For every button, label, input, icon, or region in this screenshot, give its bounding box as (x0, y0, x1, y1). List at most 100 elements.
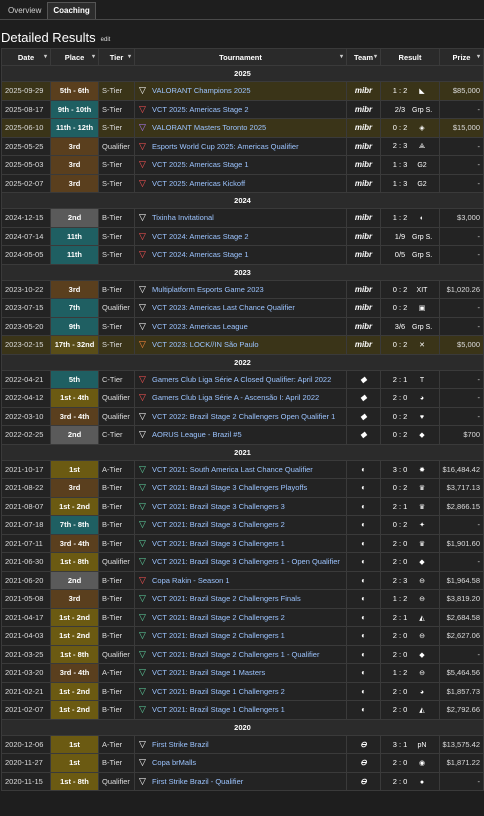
tier-link[interactable]: B-Tier (102, 705, 122, 714)
team-logo-icon[interactable]: ◆ (346, 425, 381, 445)
match-score[interactable]: 2 : 1 (388, 375, 412, 384)
tier-cell[interactable]: S-Tier (98, 316, 135, 336)
tier-link[interactable]: B-Tier (102, 631, 122, 640)
tournament-link[interactable]: VCT 2021: Brazil Stage 3 Challengers 1 (152, 539, 285, 548)
match-score[interactable]: 0 : 2 (388, 285, 412, 294)
tournament-link[interactable]: VCT 2021: Brazil Stage 2 Challengers 1 -… (152, 650, 319, 659)
tab-overview[interactable]: Overview (2, 2, 47, 19)
tier-cell[interactable]: Qualifier (98, 136, 135, 156)
tournament-link[interactable]: Multiplatform Esports Game 2023 (152, 285, 264, 294)
team-logo-icon[interactable]: mibr (346, 316, 381, 336)
match-score[interactable]: 1 : 3 (388, 179, 412, 188)
column-header-date[interactable]: Date ▾ (1, 48, 51, 66)
tier-link[interactable]: B-Tier (102, 758, 122, 767)
team-logo-icon[interactable]: mibr (346, 298, 381, 318)
tier-link[interactable]: S-Tier (102, 160, 122, 169)
opponent-logo-icon[interactable]: G2 (412, 162, 432, 169)
tier-cell[interactable]: B-Tier (98, 626, 135, 646)
match-score[interactable]: 0 : 2 (388, 123, 412, 132)
match-score[interactable]: 1 : 2 (388, 594, 412, 603)
tier-cell[interactable]: B-Tier (98, 681, 135, 701)
match-score[interactable]: 2 : 0 (388, 539, 412, 548)
tier-cell[interactable]: B-Tier (98, 589, 135, 609)
tier-link[interactable]: S-Tier (102, 105, 122, 114)
match-score[interactable]: 2/3 (388, 105, 412, 114)
tier-cell[interactable]: S-Tier (98, 99, 135, 119)
opponent-logo-icon[interactable]: ◆ (412, 651, 432, 659)
tier-link[interactable]: B-Tier (102, 576, 122, 585)
opponent-logo-icon[interactable]: pN (412, 742, 432, 749)
tournament-link[interactable]: VCT 2023: Americas League (152, 322, 248, 331)
tier-link[interactable]: S-Tier (102, 250, 122, 259)
tier-link[interactable]: Qualifier (102, 777, 130, 786)
tier-link[interactable]: B-Tier (102, 502, 122, 511)
opponent-logo-icon[interactable]: ♥ (412, 414, 432, 421)
opponent-logo-icon[interactable]: ◕ (412, 689, 432, 696)
match-score[interactable]: 2 : 0 (388, 557, 412, 566)
team-logo-icon[interactable]: ◐ (346, 459, 381, 479)
match-score[interactable]: 2 : 0 (388, 687, 412, 696)
tier-link[interactable]: B-Tier (102, 687, 122, 696)
team-logo-icon[interactable]: ◆ (346, 406, 381, 426)
team-logo-icon[interactable]: ◐ (346, 478, 381, 498)
team-logo-icon[interactable]: mibr (346, 245, 381, 265)
tier-link[interactable]: Qualifier (102, 393, 130, 402)
tier-cell[interactable]: C-Tier (98, 425, 135, 445)
tier-link[interactable]: C-Tier (102, 430, 123, 439)
tournament-link[interactable]: VCT 2021: Brazil Stage 3 Challengers 1 -… (152, 557, 340, 566)
match-score[interactable]: 2 : 0 (388, 758, 412, 767)
opponent-logo-icon[interactable]: ◐ (412, 215, 432, 222)
tournament-link[interactable]: First Strike Brazil - Qualifier (152, 777, 243, 786)
match-score[interactable]: 2 : 0 (388, 650, 412, 659)
tournament-link[interactable]: VCT 2025: Americas Kickoff (152, 179, 245, 188)
opponent-logo-icon[interactable]: ◉ (412, 759, 432, 767)
column-header-place[interactable]: Place ▾ (50, 48, 99, 66)
tier-link[interactable]: B-Tier (102, 613, 122, 622)
tier-link[interactable]: A-Tier (102, 465, 122, 474)
tab-coaching[interactable]: Coaching (47, 2, 96, 19)
match-score[interactable]: 0 : 2 (388, 412, 412, 421)
tournament-link[interactable]: VCT 2021: Brazil Stage 1 Challengers 1 (152, 705, 285, 714)
opponent-logo-icon[interactable]: Grp S. (412, 107, 432, 114)
opponent-logo-icon[interactable]: ◆ (412, 431, 432, 439)
tier-link[interactable]: B-Tier (102, 520, 122, 529)
opponent-logo-icon[interactable]: G2 (412, 181, 432, 188)
tournament-link[interactable]: Gamers Club Liga Série A Closed Qualifie… (152, 375, 331, 384)
opponent-logo-icon[interactable]: ▣ (412, 304, 432, 312)
tournament-link[interactable]: VCT 2023: LOCK//IN São Paulo (152, 340, 259, 349)
team-logo-icon[interactable]: mibr (346, 118, 381, 138)
tier-cell[interactable]: B-Tier (98, 515, 135, 535)
team-logo-icon[interactable]: mibr (346, 226, 381, 246)
tier-cell[interactable]: S-Tier (98, 245, 135, 265)
tournament-link[interactable]: VCT 2025: Americas Stage 1 (152, 160, 249, 169)
team-logo-icon[interactable]: ◐ (346, 626, 381, 646)
tournament-link[interactable]: VCT 2021: South America Last Chance Qual… (152, 465, 313, 474)
match-score[interactable]: 0/5 (388, 250, 412, 259)
tier-cell[interactable]: B-Tier (98, 700, 135, 720)
opponent-logo-icon[interactable]: ✕ (412, 341, 432, 349)
tier-cell[interactable]: C-Tier (98, 369, 135, 389)
match-score[interactable]: 2 : 3 (388, 141, 412, 150)
tier-cell[interactable]: S-Tier (98, 118, 135, 138)
tournament-link[interactable]: VALORANT Masters Toronto 2025 (152, 123, 266, 132)
match-score[interactable]: 2 : 1 (388, 613, 412, 622)
match-score[interactable]: 1/9 (388, 232, 412, 241)
tier-link[interactable]: Qualifier (102, 412, 130, 421)
tier-link[interactable]: Qualifier (102, 142, 130, 151)
match-score[interactable]: 2 : 0 (388, 705, 412, 714)
opponent-logo-icon[interactable]: ♛ (412, 484, 432, 492)
match-score[interactable]: 0 : 2 (388, 340, 412, 349)
sort-icon[interactable]: ▾ (374, 53, 377, 60)
opponent-logo-icon[interactable]: ♛ (412, 503, 432, 511)
team-logo-icon[interactable]: ◆ (346, 388, 381, 408)
opponent-logo-icon[interactable]: T (412, 377, 432, 384)
tier-cell[interactable]: B-Tier (98, 753, 135, 773)
tier-link[interactable]: B-Tier (102, 483, 122, 492)
tier-cell[interactable]: S-Tier (98, 155, 135, 175)
tier-link[interactable]: S-Tier (102, 179, 122, 188)
match-score[interactable]: 1 : 2 (388, 668, 412, 677)
tier-cell[interactable]: Qualifier (98, 406, 135, 426)
column-header-tournament[interactable]: Tournament ▾ (134, 48, 347, 66)
opponent-logo-icon[interactable]: ⟁ (412, 143, 432, 151)
tournament-link[interactable]: VCT 2023: Americas Last Chance Qualifier (152, 303, 295, 312)
